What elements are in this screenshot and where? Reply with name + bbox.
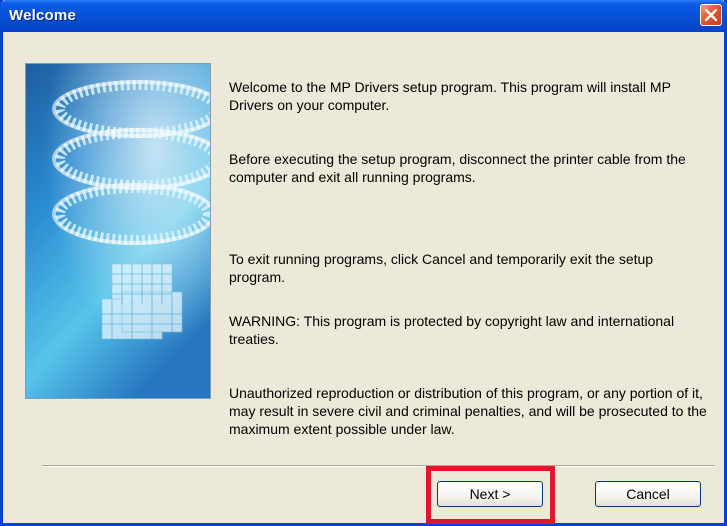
disconnect-instruction-text: Before executing the setup program, disc… xyxy=(229,151,686,185)
exit-programs-text: To exit running programs, click Cancel a… xyxy=(229,251,654,285)
close-button[interactable] xyxy=(700,4,722,26)
legal-notice-text: Unauthorized reproduction or distributio… xyxy=(229,385,707,437)
welcome-text: Welcome to the MP Drivers setup program.… xyxy=(229,79,671,113)
setup-banner-image xyxy=(25,63,211,399)
copyright-warning-text: WARNING: This program is protected by co… xyxy=(229,313,675,347)
window-title: Welcome xyxy=(9,7,76,24)
welcome-dialog: Welcome Welcome to the MP Drivers setup … xyxy=(0,0,727,526)
cancel-button[interactable]: Cancel xyxy=(595,481,701,507)
next-button-highlight xyxy=(426,466,555,524)
separator-line xyxy=(42,465,715,467)
title-bar[interactable]: Welcome xyxy=(0,0,727,32)
close-icon xyxy=(704,8,718,22)
